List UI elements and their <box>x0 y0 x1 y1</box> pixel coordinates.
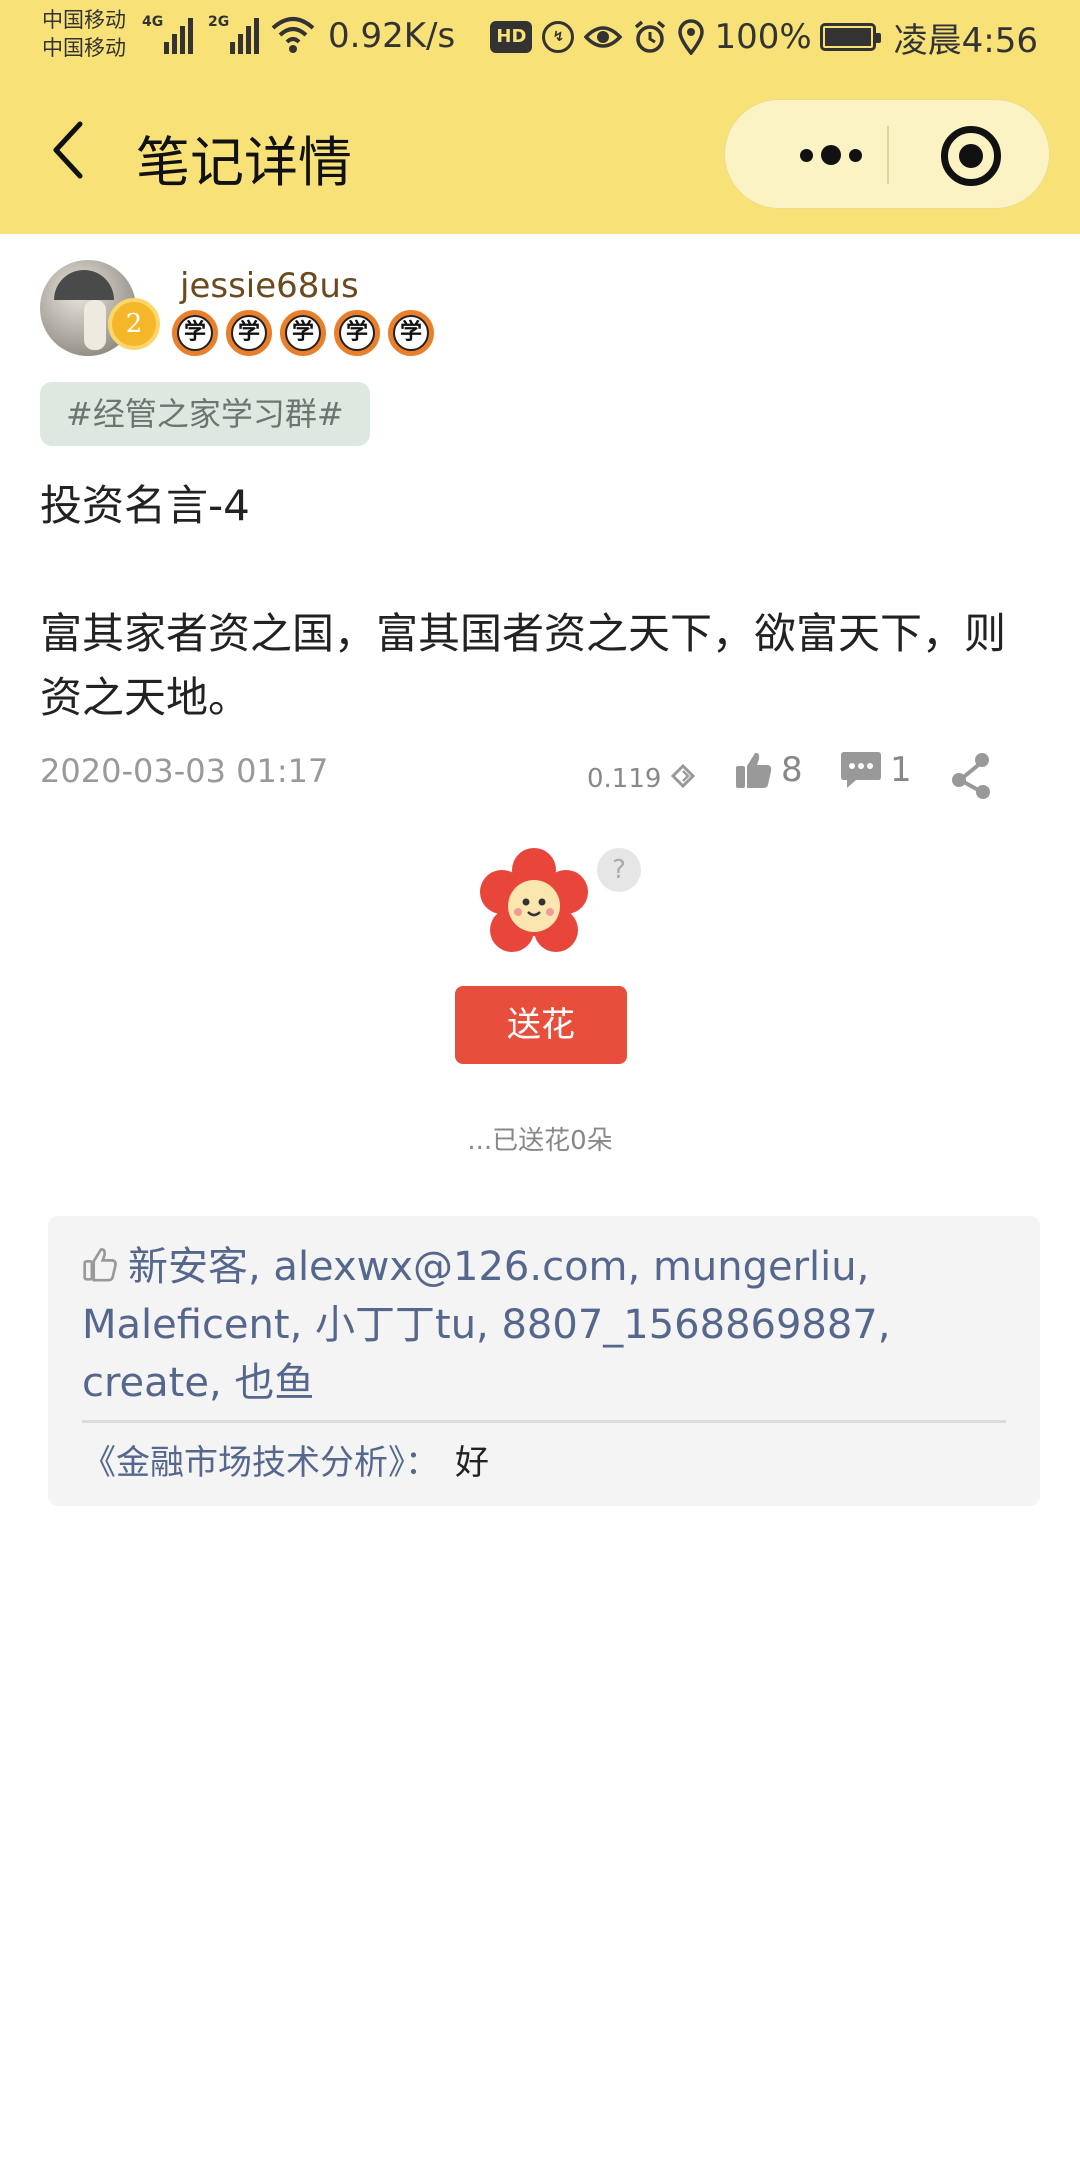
flower-icon[interactable] <box>478 848 590 960</box>
thumbs-up-outline-icon <box>83 1248 117 1282</box>
diamond-icon <box>671 764 695 788</box>
note-spacer <box>40 538 1040 602</box>
level-badge: 2 <box>108 298 160 350</box>
signal-4g-icon: 4G <box>142 14 198 54</box>
share-icon[interactable] <box>948 750 996 800</box>
page-title: 笔记详情 <box>136 131 352 194</box>
note-score: 0.119 <box>587 764 662 794</box>
carrier-1: 中国移动 <box>42 8 126 32</box>
group-tag[interactable]: #经管之家学习群# <box>40 382 370 446</box>
interaction-panel: 新安客, alexwx@126.com, mungerliu, Malefice… <box>48 1216 1040 1506</box>
panel-divider <box>82 1420 1006 1423</box>
send-flower-button[interactable]: 送花 <box>455 986 627 1064</box>
hd-icon: HD <box>490 21 533 53</box>
note-body: 富其家者资之国，富其国者资之天下，欲富天下，则资之天地。 <box>40 609 1007 722</box>
clock: 凌晨4:56 <box>893 20 1038 61</box>
comment-item[interactable]: 《金融市场技术分析》： 好 <box>82 1438 489 1488</box>
help-icon[interactable]: ? <box>597 848 641 892</box>
capsule-divider <box>887 126 889 184</box>
likers-list: 新安客, alexwx@126.com, mungerliu, Malefice… <box>82 1238 1012 1412</box>
status-right: HD ↯ 100% 凌晨4:56 <box>490 12 1038 62</box>
battery-percent: 100% <box>714 17 812 57</box>
note-title: 投资名言-4 <box>40 481 250 530</box>
medal-icon: 学 <box>388 310 434 356</box>
like-count: 8 <box>781 750 803 790</box>
back-arrow-icon[interactable] <box>48 120 88 180</box>
nav-bar: 笔记详情 <box>0 74 1080 234</box>
more-icon[interactable] <box>775 100 887 210</box>
comment-button[interactable]: 1 <box>840 750 912 790</box>
signal-2g-icon: 2G <box>208 14 264 54</box>
comment-text: 好 <box>455 1443 489 1483</box>
medal-icon: 学 <box>172 310 218 356</box>
close-miniprogram-icon[interactable] <box>941 126 1001 186</box>
alarm-icon <box>635 20 666 53</box>
comment-icon <box>841 752 881 788</box>
medal-icon: 学 <box>280 310 326 356</box>
note-meta: 2020-03-03 01:17 0.119 8 1 <box>40 748 1040 804</box>
note-date: 2020-03-03 01:17 <box>40 752 329 790</box>
medal-list: 学 学 学 学 学 <box>172 310 434 356</box>
comment-count: 1 <box>890 750 912 790</box>
miniprogram-capsule <box>724 99 1050 209</box>
comment-author[interactable]: 《金融市场技术分析》： <box>82 1443 439 1483</box>
flower-sent-count: ...已送花0朵 <box>467 1126 613 1156</box>
battery-icon <box>819 23 881 51</box>
status-bar: 中国移动 中国移动 4G 2G 0.92K/s HD ↯ 100% 凌晨4:56 <box>0 0 1080 74</box>
medal-icon: 学 <box>226 310 272 356</box>
location-icon <box>678 19 705 55</box>
like-button[interactable]: 8 <box>735 750 803 790</box>
data-saver-icon: ↯ <box>542 21 575 53</box>
username[interactable]: jessie68us <box>180 266 359 306</box>
note-content: 投资名言-4 富其家者资之国，富其国者资之天下，欲富天下，则资之天地。 <box>40 474 1040 730</box>
wifi-icon <box>271 17 315 53</box>
medal-icon: 学 <box>334 310 380 356</box>
thumbs-up-icon <box>736 752 772 788</box>
carrier-2: 中国移动 <box>42 36 126 60</box>
likers-names[interactable]: 新安客, alexwx@126.com, mungerliu, Malefice… <box>82 1244 890 1406</box>
eye-icon <box>584 26 623 48</box>
carrier-labels: 中国移动 中国移动 <box>42 6 126 62</box>
net-speed: 0.92K/s <box>328 16 456 56</box>
